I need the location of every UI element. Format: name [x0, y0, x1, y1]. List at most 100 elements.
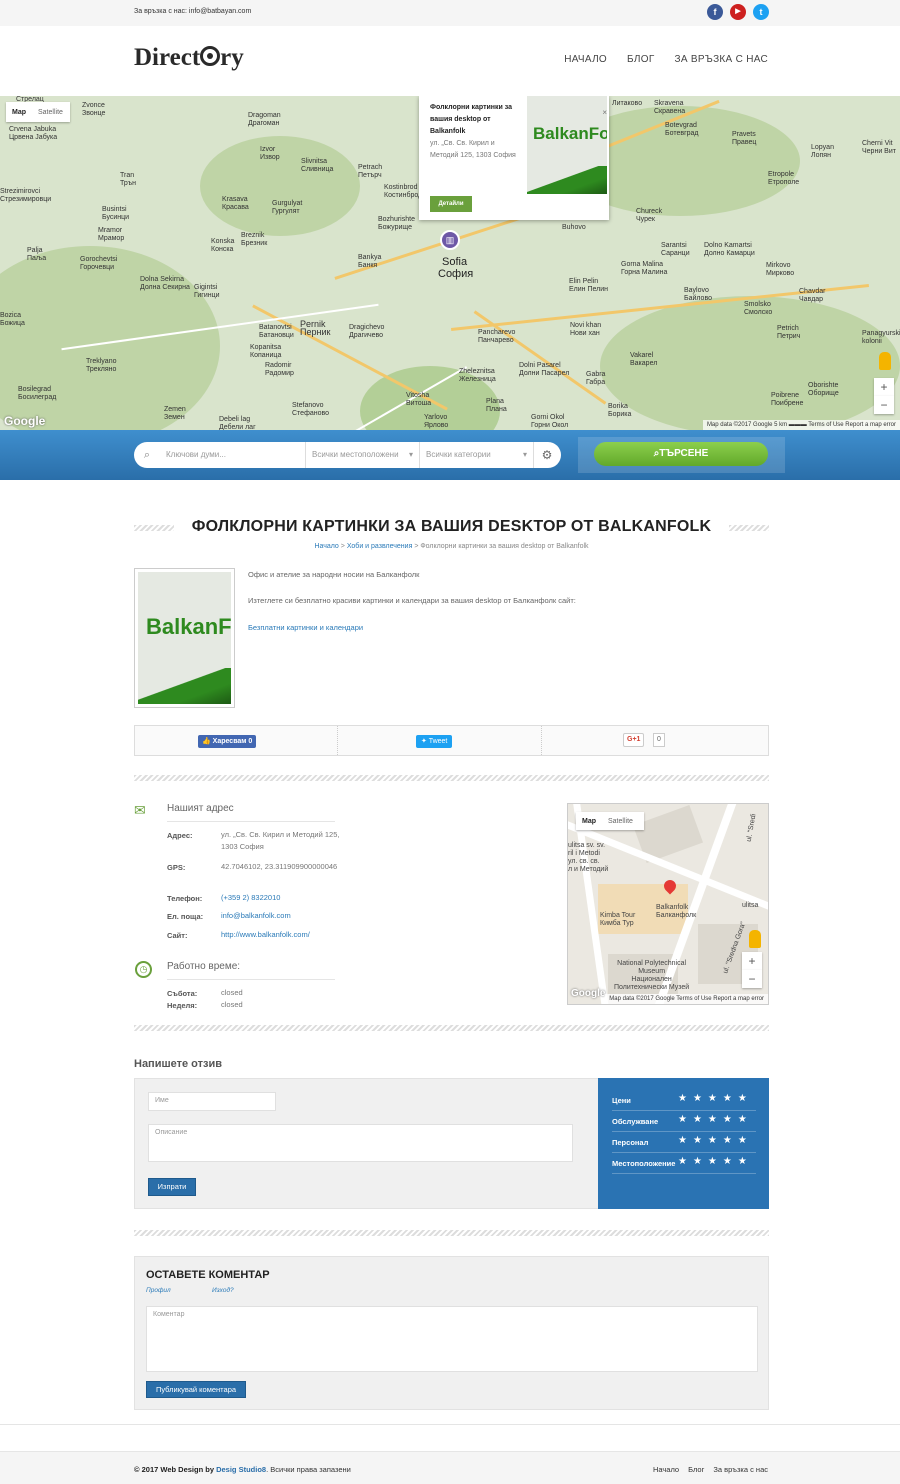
page-title: ФОЛКЛОРНИ КАРТИНКИ ЗА ВАШИЯ DESKTOP ОТ B…: [191, 518, 712, 535]
facebook-like-label: Харесвам 0: [212, 738, 253, 745]
logo[interactable]: Direct ry: [134, 44, 244, 72]
review-description-input[interactable]: Описание: [148, 1124, 573, 1162]
map-city-label: Dolno Kamartsi Долно Камарци: [704, 242, 755, 257]
map-city-label: Dragichevo Драгичево: [349, 324, 385, 339]
review-submit-button[interactable]: Изпрати: [148, 1178, 196, 1196]
map-type-map[interactable]: Map: [6, 109, 32, 116]
minimap-footer: Map data ©2017 Google Terms of Use Repor…: [605, 994, 768, 1004]
tweet-button[interactable]: ✦ Tweet: [416, 735, 453, 748]
map-city-label: Izvor Извор: [260, 146, 280, 161]
footer-nav-contact[interactable]: За връзка с нас: [713, 1465, 768, 1474]
rating-row: Местоположение ★★★★★: [612, 1153, 756, 1174]
map-city-label: Borika Борика: [608, 403, 632, 418]
email-value[interactable]: info@balkanfolk.com: [221, 910, 341, 922]
comment-logout-link[interactable]: Изход?: [212, 1287, 234, 1294]
minimap-type-satellite[interactable]: Satellite: [602, 818, 639, 825]
map-city-label: Mirkovo Мирково: [766, 262, 795, 277]
listing-description-2: Изтеглете си безплатно красиви картинки …: [248, 596, 576, 605]
minimap-zoom-out-button[interactable]: −: [742, 970, 762, 988]
map-city-label: Oborishte Оборище: [808, 382, 839, 397]
star-rating[interactable]: ★★★★★: [678, 1156, 753, 1167]
comment-input[interactable]: Коментар: [146, 1306, 758, 1372]
map-city-label: Botevgrad Ботевград: [665, 122, 699, 137]
nav-home[interactable]: НАЧАЛО: [564, 54, 607, 65]
listing-image-brand: BalkanF: [146, 614, 231, 639]
twitter-icon[interactable]: t: [753, 4, 769, 20]
star-rating[interactable]: ★★★★★: [678, 1135, 753, 1146]
gplus-button[interactable]: G+1: [623, 733, 645, 747]
website-value[interactable]: http://www.balkanfolk.com/: [221, 929, 341, 941]
map-city-label: Elin Pelin Елин Пелин: [569, 278, 609, 293]
breadcrumb-home[interactable]: Начало: [314, 543, 338, 550]
nav-contact[interactable]: ЗА ВРЪЗКА С НАС: [675, 54, 768, 65]
review-form: Име Описание Изпрати: [134, 1078, 599, 1209]
info-window-details-button[interactable]: Детайли: [430, 196, 472, 212]
map-city-label: Dragoman Драгоман: [248, 112, 281, 127]
comment-submit-button[interactable]: Публикувай коментара: [146, 1381, 246, 1398]
twitter-icon: ✦: [421, 738, 429, 745]
nav-blog[interactable]: БЛОГ: [627, 54, 655, 65]
main-nav: НАЧАЛО БЛОГ ЗА ВРЪЗКА С НАС: [564, 54, 768, 65]
zoom-in-button[interactable]: +: [874, 378, 894, 396]
map-city-label: Busintsi Бусинци: [102, 206, 130, 221]
minimap-zoom-in-button[interactable]: +: [742, 952, 762, 970]
address-value: ул. „Св. Св. Кирил и Методий 125, 1303 С…: [221, 830, 340, 851]
map-city-label: Panagyurski kolonii: [862, 330, 900, 345]
chevron-down-icon: ▾: [408, 450, 413, 459]
youtube-icon[interactable]: ▶: [730, 4, 746, 20]
star-rating[interactable]: ★★★★★: [678, 1114, 753, 1125]
minimap-type-map[interactable]: Map: [576, 818, 602, 825]
listing-link[interactable]: Безплатни картинки и календари: [248, 623, 363, 632]
gear-icon[interactable]: ⚙: [534, 448, 560, 462]
star-rating[interactable]: ★★★★★: [678, 1093, 753, 1104]
facebook-icon[interactable]: f: [707, 4, 723, 20]
location-select[interactable]: Всички местоположени ▾: [306, 442, 420, 468]
map-footer: Map data ©2017 Google 5 km ▬▬▬ Terms of …: [702, 420, 900, 430]
map-city-label: Baylovo Байлово: [684, 287, 712, 302]
street-view-pegman-icon[interactable]: [879, 352, 891, 370]
map-city-label: Poibrene Поибрене: [771, 392, 804, 407]
footer-nav-blog[interactable]: Блог: [688, 1465, 704, 1474]
location-map[interactable]: Map Satellite Balkanfolk Балканфолк Kimb…: [567, 803, 769, 1005]
map-city-label: Vakarel Вакарел: [630, 352, 658, 367]
listing-image[interactable]: BalkanF: [134, 568, 235, 708]
breadcrumb-category[interactable]: Хоби и развлечения: [347, 543, 413, 550]
google-logo: Google: [4, 414, 46, 428]
sunday-value: closed: [221, 1000, 243, 1009]
map-city-label: Mramor Мрамор: [98, 227, 125, 242]
logo-text-left: Direct: [134, 44, 201, 71]
gps-label: GPS:: [167, 863, 186, 872]
section-divider: [134, 1025, 769, 1031]
studio-link[interactable]: Desig Studio8: [216, 1465, 266, 1474]
minimap-label: Kimba Tour Кимба Тур: [600, 912, 636, 927]
breadcrumb-current: Фолклорни картинки за вашия desktop от B…: [420, 543, 589, 550]
search-box: ⌕ Ключови думи... Всички местоположени ▾ …: [134, 442, 561, 468]
phone-label: Телефон:: [167, 894, 203, 903]
zoom-out-button[interactable]: −: [874, 396, 894, 414]
keywords-input[interactable]: Ключови думи...: [160, 442, 306, 468]
review-name-input[interactable]: Име: [148, 1092, 276, 1111]
topbar: За връзка с нас: info@batbayan.com f ▶ t: [0, 0, 900, 26]
street-view-pegman-icon[interactable]: [749, 930, 761, 948]
map-type-satellite[interactable]: Satellite: [32, 109, 69, 116]
map-city-label: Yarlovo Ярлово: [424, 414, 449, 429]
map-city-label: Buhovo: [562, 224, 586, 231]
map-city-label: Smolsko Смолско: [744, 301, 773, 316]
facebook-like-button[interactable]: 👍 Харесвам 0: [198, 735, 257, 748]
map-city-label: Gabra Габра: [586, 371, 606, 386]
search-button[interactable]: ⌕ТЪРСЕНЕ: [594, 442, 768, 466]
saturday-label: Събота:: [167, 989, 198, 998]
category-select[interactable]: Всички категории ▾: [420, 442, 534, 468]
logo-text-right: ry: [220, 44, 244, 71]
comment-profile-link[interactable]: Профил: [146, 1287, 171, 1294]
close-icon[interactable]: ×: [602, 108, 607, 117]
clock-icon: ◷: [135, 961, 152, 978]
rating-panel: Цени ★★★★★ Обслужване ★★★★★ Персонал ★★★…: [598, 1078, 769, 1209]
map-marker-icon[interactable]: ▥: [440, 230, 460, 250]
phone-value[interactable]: (+359 2) 8322010: [221, 892, 341, 904]
category-select-value: Всички категории: [426, 450, 491, 459]
footer-nav-home[interactable]: Начало: [653, 1465, 679, 1474]
hours-heading: Работно време:: [167, 961, 241, 972]
map-city-label: Etropole Етрополе: [768, 171, 800, 186]
main-map[interactable]: Стрелац Zvonce Звонце Crvena Jabuka Црве…: [0, 96, 900, 430]
